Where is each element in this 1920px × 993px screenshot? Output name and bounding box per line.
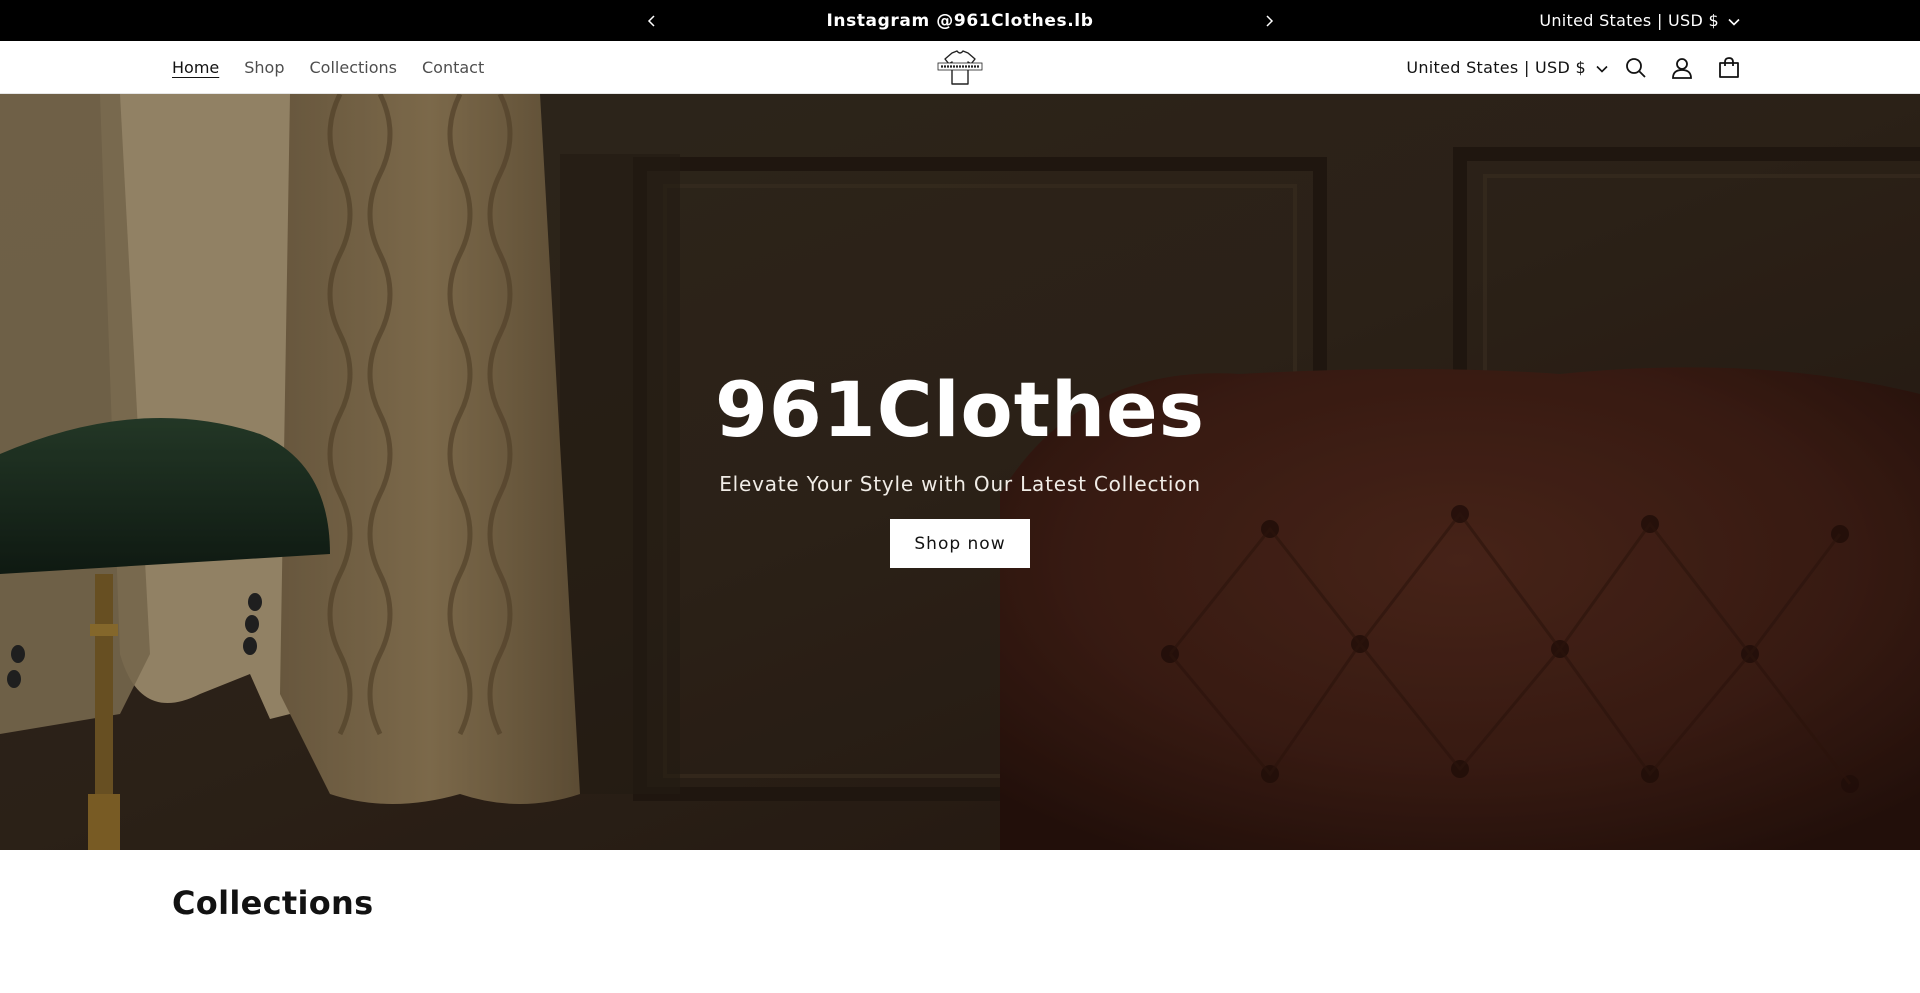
nav-item-shop[interactable]: Shop <box>244 58 284 77</box>
announcement-locale-selector[interactable]: United States | USD $ <box>1539 0 1740 41</box>
hero-content: 961Clothes Elevate Your Style with Our L… <box>0 94 1920 850</box>
announcement-bar: Instagram @961Clothes.lb United States |… <box>0 0 1920 41</box>
shop-now-button[interactable]: Shop now <box>890 519 1030 568</box>
chevron-down-icon <box>1728 11 1740 30</box>
tshirt-logo-icon[interactable] <box>934 48 986 88</box>
search-icon[interactable] <box>1622 54 1650 82</box>
main-nav: Home Shop Collections Contact <box>172 41 484 94</box>
site-header: Home Shop Collections Contact United Sta… <box>0 41 1920 94</box>
nav-item-contact[interactable]: Contact <box>422 58 484 77</box>
account-icon[interactable] <box>1668 54 1696 82</box>
hero-banner: 961Clothes Elevate Your Style with Our L… <box>0 94 1920 850</box>
header-locale-selector[interactable]: United States | USD $ <box>1406 41 1608 94</box>
cart-icon[interactable] <box>1715 54 1743 82</box>
header-locale-label: United States | USD $ <box>1406 58 1586 77</box>
collections-heading: Collections <box>172 884 374 922</box>
nav-item-collections[interactable]: Collections <box>310 58 397 77</box>
hero-title: 961Clothes <box>715 365 1205 454</box>
announcement-locale-label: United States | USD $ <box>1539 11 1719 30</box>
hero-subtitle: Elevate Your Style with Our Latest Colle… <box>719 472 1201 496</box>
chevron-down-icon <box>1596 58 1608 77</box>
nav-item-home[interactable]: Home <box>172 58 219 77</box>
chevron-right-icon[interactable] <box>1257 9 1281 33</box>
